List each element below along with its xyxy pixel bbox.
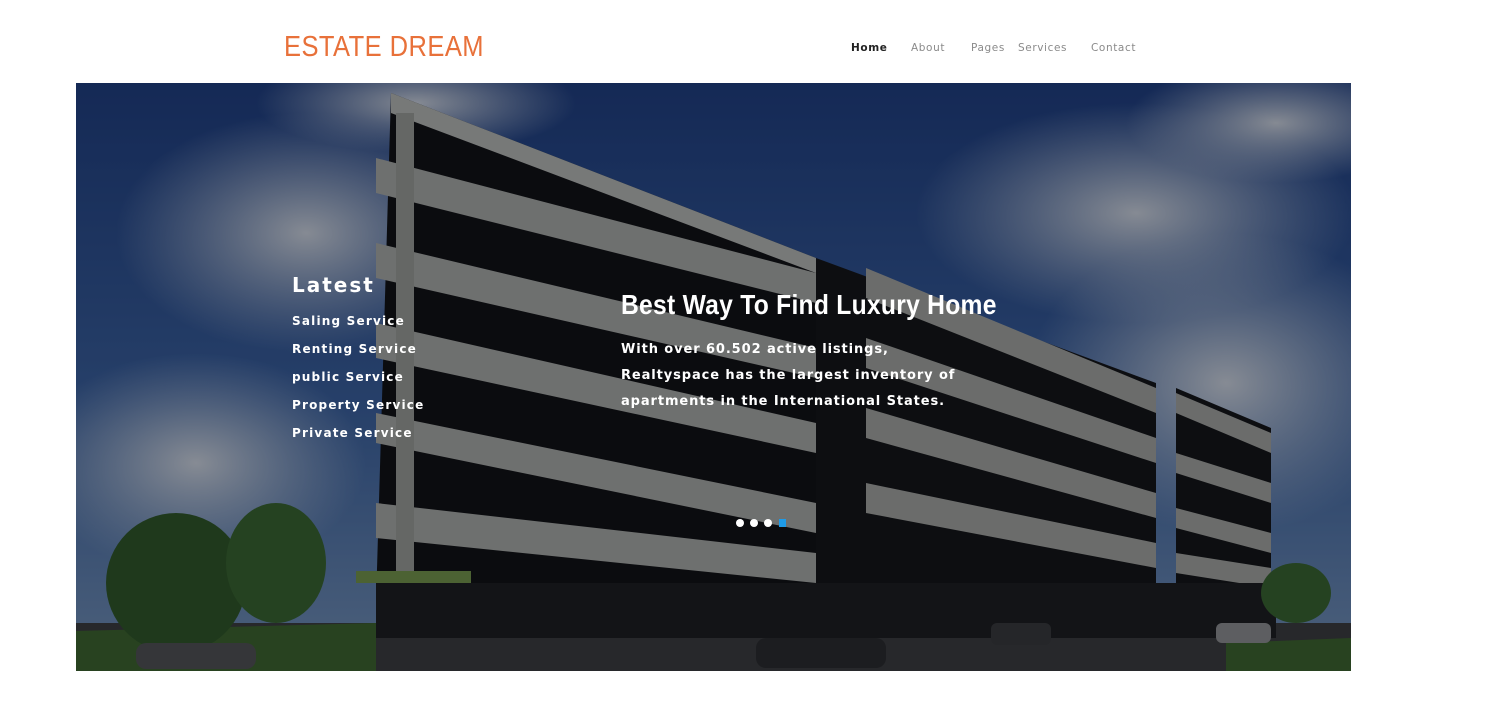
- hero-description: With over 60.502 active listings, Realty…: [621, 337, 1001, 415]
- latest-item-property-service[interactable]: Property Service: [292, 391, 424, 419]
- latest-item-saling-service[interactable]: Saling Service: [292, 307, 424, 335]
- hero-description-line: apartments in the International States.: [621, 394, 945, 409]
- site-logo[interactable]: ESTATE DREAM: [284, 31, 484, 64]
- latest-item-public-service[interactable]: public Service: [292, 363, 424, 391]
- hero-caption: Best Way To Find Luxury Home With over 6…: [621, 289, 1001, 415]
- nav-about[interactable]: About: [911, 42, 945, 54]
- hero-title: Best Way To Find Luxury Home: [621, 289, 997, 320]
- nav-contact[interactable]: Contact: [1091, 42, 1136, 54]
- hero-description-line: Realtyspace has the largest inventory of: [621, 368, 956, 383]
- latest-services-list: Latest Saling Service Renting Service pu…: [292, 273, 424, 447]
- hero-slider: Latest Saling Service Renting Service pu…: [76, 83, 1351, 671]
- slider-dot-3[interactable]: [764, 519, 772, 527]
- latest-item-private-service[interactable]: Private Service: [292, 419, 424, 447]
- slider-dot-4-active[interactable]: [779, 519, 786, 527]
- latest-title: Latest: [292, 273, 375, 297]
- slider-dot-2[interactable]: [750, 519, 758, 527]
- hero-description-line: With over 60.502 active listings,: [621, 342, 889, 357]
- slider-dot-1[interactable]: [736, 519, 744, 527]
- nav-services[interactable]: Services: [1018, 42, 1067, 54]
- nav-home[interactable]: Home: [851, 42, 887, 54]
- latest-item-renting-service[interactable]: Renting Service: [292, 335, 424, 363]
- nav-pages[interactable]: Pages: [971, 42, 1005, 54]
